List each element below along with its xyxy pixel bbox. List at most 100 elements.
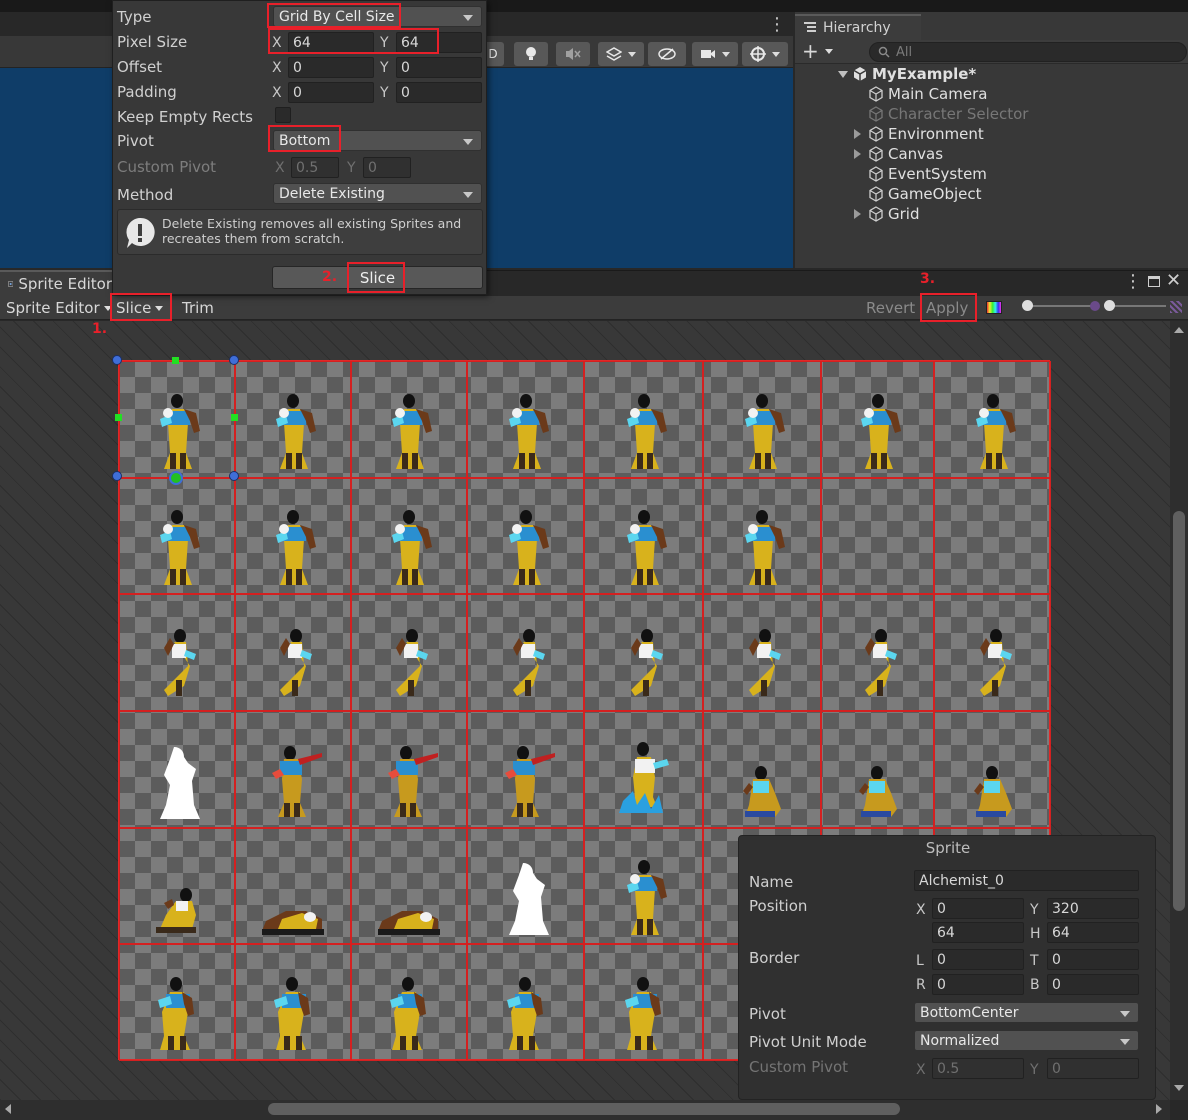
hierarchy-item[interactable]: Canvas	[854, 144, 943, 164]
scroll-up-icon[interactable]	[1174, 327, 1184, 333]
sprite-cell[interactable]	[467, 711, 584, 828]
sprite-cell[interactable]	[821, 361, 934, 478]
camera-icon[interactable]	[692, 42, 738, 66]
sprite-cell[interactable]	[934, 361, 1051, 478]
gizmos-icon[interactable]	[742, 42, 788, 66]
effects-icon[interactable]	[598, 42, 644, 66]
hierarchy-item[interactable]: EventSystem	[854, 164, 987, 184]
revert-button[interactable]: Revert	[862, 296, 919, 320]
selection-handle[interactable]	[112, 355, 122, 365]
vertical-scrollbar[interactable]	[1170, 321, 1188, 1100]
sprite-cell[interactable]	[703, 361, 821, 478]
pivot-handle[interactable]	[169, 471, 183, 485]
trim-button[interactable]: Trim	[178, 296, 218, 320]
popup-pivot-dropdown[interactable]: Bottom	[273, 130, 482, 151]
audio-mute-icon[interactable]	[556, 42, 590, 66]
hierarchy-item[interactable]: Grid	[854, 204, 919, 224]
sprite-cell[interactable]	[467, 828, 584, 944]
pixel-size-x-field[interactable]: 64	[288, 32, 374, 53]
sprite-cell[interactable]	[584, 711, 703, 828]
lighting-icon[interactable]	[514, 42, 548, 66]
sprite-cell[interactable]	[351, 478, 467, 594]
sprite-cell[interactable]	[119, 594, 235, 711]
sprite-cell[interactable]	[821, 711, 934, 828]
sprite-cell[interactable]	[821, 594, 934, 711]
sprite-cell[interactable]	[235, 711, 351, 828]
hierarchy-item[interactable]: Main Camera	[854, 84, 987, 104]
horizontal-scroll-thumb[interactable]	[268, 1103, 900, 1115]
keep-empty-checkbox[interactable]	[275, 107, 291, 123]
border-bottom-field[interactable]: 0	[1047, 974, 1139, 995]
sprite-cell[interactable]	[351, 828, 467, 944]
sprite-cell[interactable]	[119, 944, 235, 1061]
sprite-cell[interactable]	[119, 361, 235, 478]
offset-x-field[interactable]: 0	[288, 57, 374, 78]
zoom-slider-handle[interactable]	[1022, 300, 1033, 311]
close-icon[interactable]: ✕	[1166, 271, 1181, 291]
vertical-scroll-thumb[interactable]	[1173, 511, 1185, 911]
sprite-cell[interactable]	[584, 594, 703, 711]
pixel-size-y-field[interactable]: 64	[396, 32, 482, 53]
scroll-right-icon[interactable]	[1156, 1104, 1162, 1114]
alpha-icon[interactable]	[1170, 301, 1182, 313]
tab-hierarchy[interactable]: Hierarchy	[795, 14, 921, 40]
sprite-cell[interactable]	[351, 944, 467, 1061]
sprite-cell[interactable]	[119, 828, 235, 944]
border-handle[interactable]	[231, 414, 238, 421]
zoom-slider-track[interactable]	[1026, 305, 1094, 307]
editor-mode-dropdown[interactable]: Sprite Editor	[2, 296, 116, 320]
selection-handle[interactable]	[229, 355, 239, 365]
expand-arrow-icon[interactable]	[838, 70, 848, 78]
offset-y-field[interactable]: 0	[396, 57, 482, 78]
sprite-cell[interactable]	[235, 828, 351, 944]
mip-slider-handle[interactable]	[1104, 300, 1115, 311]
sprite-cell[interactable]	[235, 594, 351, 711]
slice-button[interactable]: Slice	[272, 266, 483, 289]
add-object-button[interactable]: +	[802, 41, 833, 61]
mip-slider-track[interactable]	[1106, 305, 1166, 307]
sprite-cell[interactable]	[351, 711, 467, 828]
sprite-cell[interactable]	[584, 361, 703, 478]
sprite-cell[interactable]	[467, 361, 584, 478]
hierarchy-item[interactable]: Character Selector	[854, 104, 1028, 124]
selection-handle[interactable]	[112, 471, 122, 481]
visibility-icon[interactable]	[648, 42, 686, 66]
sprite-cell[interactable]	[351, 594, 467, 711]
sprite-cell[interactable]	[467, 594, 584, 711]
maximize-icon[interactable]	[1148, 276, 1160, 287]
expand-arrow-icon[interactable]	[854, 149, 864, 159]
sprite-cell[interactable]	[119, 478, 235, 594]
pivot-unit-dropdown[interactable]: Normalized	[914, 1030, 1139, 1051]
sprite-cell[interactable]	[703, 478, 821, 594]
border-handle[interactable]	[115, 414, 122, 421]
width-field[interactable]: 64	[932, 922, 1024, 943]
sprite-cell[interactable]	[584, 944, 703, 1061]
hierarchy-item[interactable]: Environment	[854, 124, 984, 144]
scroll-down-icon[interactable]	[1174, 1085, 1184, 1091]
hierarchy-item[interactable]: GameObject	[854, 184, 982, 204]
border-left-field[interactable]: 0	[932, 949, 1024, 970]
sprite-name-field[interactable]: Alchemist_0	[914, 870, 1139, 891]
expand-arrow-icon[interactable]	[854, 209, 864, 219]
sprite-cell[interactable]	[934, 594, 1051, 711]
sprite-cell[interactable]	[235, 944, 351, 1061]
padding-x-field[interactable]: 0	[288, 82, 374, 103]
sprite-cell[interactable]	[351, 361, 467, 478]
scene-menu-icon[interactable]: ⋮	[768, 16, 786, 34]
border-top-field[interactable]: 0	[1047, 949, 1139, 970]
scroll-left-icon[interactable]	[5, 1104, 11, 1114]
sprite-cell[interactable]	[467, 944, 584, 1061]
sprite-cell[interactable]	[821, 478, 934, 594]
type-dropdown[interactable]: Grid By Cell Size	[273, 6, 482, 27]
sprite-cell[interactable]	[119, 711, 235, 828]
method-dropdown[interactable]: Delete Existing	[273, 183, 482, 204]
sprite-cell[interactable]	[584, 478, 703, 594]
slice-menu-button[interactable]: Slice	[112, 296, 170, 320]
apply-button[interactable]: Apply	[922, 296, 972, 320]
sprite-cell[interactable]	[703, 594, 821, 711]
sprite-cell[interactable]	[703, 711, 821, 828]
sprite-cell[interactable]	[235, 361, 351, 478]
sprite-cell[interactable]	[934, 711, 1051, 828]
selection-handle[interactable]	[229, 471, 239, 481]
sprite-cell[interactable]	[934, 478, 1051, 594]
